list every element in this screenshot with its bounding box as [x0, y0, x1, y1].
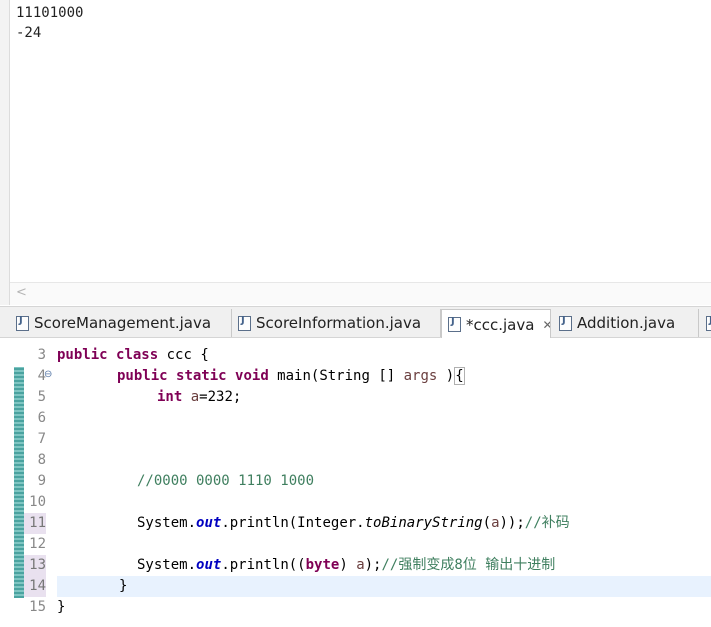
- code-text: ));: [499, 515, 525, 531]
- keyword: class: [116, 347, 159, 363]
- tab-label: ScoreManagement.java: [34, 314, 212, 332]
- code-text: .println(Integer.: [221, 515, 365, 531]
- variable: a: [190, 389, 200, 405]
- field: out: [196, 557, 222, 573]
- line-number: 15: [29, 599, 46, 615]
- code-text: }: [119, 578, 128, 594]
- matching-bracket: {: [454, 367, 465, 385]
- variable: a: [491, 515, 500, 531]
- keyword: public: [57, 347, 108, 363]
- field: out: [196, 515, 222, 531]
- keyword: void: [235, 368, 269, 384]
- line-number: 13: [24, 555, 46, 576]
- line-number: 7: [37, 431, 46, 447]
- variable: a: [356, 557, 365, 573]
- console-line: -24: [16, 25, 42, 41]
- tab-overflow[interactable]: [700, 309, 711, 337]
- code-line-4[interactable]: public static void main(String [] args )…: [57, 366, 711, 387]
- overview-ruler: [0, 338, 12, 627]
- code-text: System.: [137, 557, 197, 573]
- line-number: 9: [37, 473, 46, 489]
- console-output[interactable]: 11101000 -24: [16, 3, 83, 43]
- console-horizontal-scrollbar[interactable]: <: [10, 282, 711, 305]
- line-number: 14: [24, 576, 46, 597]
- code-editor[interactable]: ⊖ 3 4 5 6 7 8 9 10 11 12 13 14 15 public…: [0, 338, 711, 627]
- line-number: 10: [29, 494, 46, 510]
- line-number: 6: [37, 410, 46, 426]
- java-file-icon: [16, 315, 29, 331]
- line-number-gutter: 3 4 5 6 7 8 9 10 11 12 13 14 15: [24, 345, 46, 618]
- line-number: 11: [24, 513, 46, 534]
- tab-addition[interactable]: Addition.java: [553, 309, 699, 337]
- code-text: System.: [137, 515, 197, 531]
- code-line-5[interactable]: int a=232;: [57, 387, 711, 408]
- comment: //0000 0000 1110 1000: [137, 473, 315, 489]
- keyword: public: [117, 368, 168, 384]
- code-text: =232;: [199, 389, 242, 405]
- tab-label: *ccc.java: [466, 315, 535, 334]
- line-number: 8: [37, 452, 46, 468]
- variable: args: [403, 368, 438, 384]
- console-line: 11101000: [16, 5, 84, 21]
- tab-scoremanagement[interactable]: ScoreManagement.java: [10, 309, 232, 337]
- line-number: 12: [29, 536, 46, 552]
- keyword: int: [157, 389, 183, 405]
- code-line-14-current[interactable]: }: [57, 576, 711, 597]
- code-line-15[interactable]: }: [57, 597, 711, 618]
- change-marker: [14, 367, 24, 598]
- java-file-icon: [238, 315, 251, 331]
- console-view: 11101000 -24 <: [0, 0, 711, 305]
- code-text: (: [482, 515, 492, 531]
- java-file-icon: [448, 316, 461, 332]
- code-text: }: [57, 599, 66, 615]
- code-text: ccc {: [158, 347, 209, 363]
- comment: //补码: [524, 515, 570, 531]
- method: toBinaryString: [364, 515, 483, 531]
- code-line-9[interactable]: //0000 0000 1110 1000: [57, 471, 711, 492]
- tab-ccc[interactable]: *ccc.java ✕: [441, 309, 551, 339]
- line-number: 4: [37, 368, 46, 384]
- console-left-strip: [0, 0, 10, 305]
- code-text: );: [364, 557, 382, 573]
- comment: //强制变成8位 输出十进制: [381, 557, 556, 573]
- editor-tab-bar: ScoreManagement.java ScoreInformation.ja…: [0, 306, 711, 339]
- line-number: 5: [37, 389, 46, 405]
- scroll-left-icon[interactable]: <: [16, 285, 27, 300]
- close-icon[interactable]: ✕: [542, 318, 550, 332]
- tab-scoreinformation[interactable]: ScoreInformation.java: [232, 309, 441, 337]
- code-line-13[interactable]: System.out.println((byte) a);//强制变成8位 输出…: [57, 555, 711, 576]
- code-line-3[interactable]: public class ccc {: [57, 345, 711, 366]
- keyword: static: [176, 368, 227, 384]
- line-number: 3: [37, 347, 46, 363]
- keyword: byte: [305, 557, 340, 573]
- tab-label: Addition.java: [577, 314, 676, 332]
- code-line-11[interactable]: System.out.println(Integer.toBinaryStrin…: [57, 513, 711, 534]
- code-text: ): [339, 557, 357, 573]
- code-text: main(String []: [268, 368, 404, 384]
- code-text: .println((: [221, 557, 306, 573]
- java-file-icon: [559, 315, 572, 331]
- java-file-icon: [706, 315, 711, 331]
- code-text: ): [437, 368, 455, 384]
- tab-label: ScoreInformation.java: [256, 314, 422, 332]
